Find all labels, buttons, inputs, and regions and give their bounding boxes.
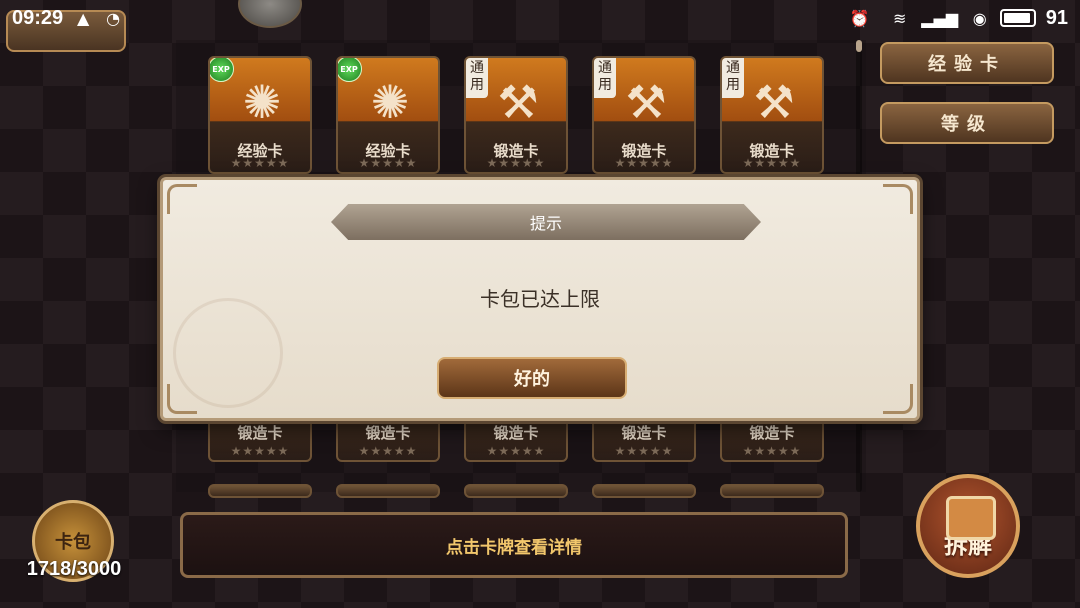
signal-icon: ▂▄▆: [921, 8, 959, 28]
battery-icon: [999, 9, 1036, 27]
card-stars: ★★★★★: [486, 444, 546, 458]
card-item[interactable]: 锻造卡 ★★★★★: [464, 418, 568, 462]
ornament-corner: [883, 184, 913, 214]
anvil-emblem-icon: ⚒: [753, 75, 795, 129]
card-item[interactable]: 锻造卡 ★★★★★: [336, 418, 440, 462]
alarm-icon: ⏰: [849, 8, 870, 28]
ornament-corner: [883, 384, 913, 414]
card-item[interactable]: [720, 484, 824, 498]
card-name: 锻造卡: [365, 424, 411, 442]
exp-card-emblem-icon: ✺: [242, 75, 282, 129]
card-item[interactable]: [592, 484, 696, 498]
card-stars: ★★★★★: [742, 444, 802, 458]
sort-level-button[interactable]: 等级: [880, 102, 1054, 144]
status-bar: 09:29 ▲ ◔ ⏰ ≋ ▂▄▆ ◉ 91: [0, 0, 1080, 36]
card-item[interactable]: 锻造卡 ★★★★★: [720, 418, 824, 462]
card-stars: ★★★★★: [230, 156, 290, 170]
card-item[interactable]: ✺ EXP 经验卡 ★★★★★: [208, 56, 312, 174]
decompose-button[interactable]: 拆解: [916, 474, 1020, 578]
card-stars: ★★★★★: [486, 156, 546, 170]
exp-card-emblem-icon: ✺: [370, 75, 410, 129]
card-item[interactable]: [464, 484, 568, 498]
card-item[interactable]: 锻造卡 ★★★★★: [208, 418, 312, 462]
card-item[interactable]: 锻造卡 ★★★★★: [592, 418, 696, 462]
hd-icon: ◉: [972, 8, 987, 28]
card-item[interactable]: [336, 484, 440, 498]
card-stars: ★★★★★: [358, 444, 418, 458]
card-name: 锻造卡: [621, 424, 667, 442]
card-stars: ★★★★★: [742, 156, 802, 170]
ornament-corner: [167, 184, 197, 214]
common-badge: 通用: [594, 58, 616, 98]
clock-time: 09:29: [12, 6, 64, 29]
ok-button[interactable]: 好的: [437, 357, 627, 399]
card-stars: ★★★★★: [230, 444, 290, 458]
anvil-emblem-icon: ⚒: [625, 75, 667, 129]
card-item[interactable]: ⚒ 通用 锻造卡 ★★★★★: [592, 56, 696, 174]
card-stars: ★★★★★: [614, 444, 674, 458]
exp-badge: EXP: [210, 58, 234, 82]
card-pack-label: 卡包: [55, 532, 91, 553]
anvil-emblem-icon: ⚒: [497, 75, 539, 129]
hint-box: 点击卡牌查看详情: [180, 512, 848, 578]
card-item[interactable]: ✺ EXP 经验卡 ★★★★★: [336, 56, 440, 174]
dialog-title-bar: 提示: [331, 204, 761, 240]
card-name: 锻造卡: [493, 424, 539, 442]
card-item[interactable]: ⚒ 通用 锻造卡 ★★★★★: [464, 56, 568, 174]
decorative-seal-icon: [173, 298, 283, 408]
decompose-card-icon: [946, 496, 996, 540]
qq-notification-icon: ▲: [77, 8, 90, 28]
card-name: 锻造卡: [749, 424, 795, 442]
dialog-message: 卡包已达上限: [480, 287, 600, 311]
card-item[interactable]: ⚒ 通用 锻造卡 ★★★★★: [720, 56, 824, 174]
battery-level: 91: [1045, 6, 1068, 29]
exp-badge: EXP: [338, 58, 362, 82]
card-stars: ★★★★★: [358, 156, 418, 170]
common-badge: 通用: [466, 58, 488, 98]
dialog-title: 提示: [529, 214, 562, 233]
card-stars: ★★★★★: [614, 156, 674, 170]
hint-text: 点击卡牌查看详情: [446, 537, 582, 558]
alert-dialog: 提示 卡包已达上限 好的: [160, 177, 920, 421]
sort-exp-card-button[interactable]: 经验卡: [880, 42, 1054, 84]
card-pack-count: 1718/3000: [26, 558, 122, 580]
scrollbar-thumb[interactable]: [856, 40, 862, 52]
card-item[interactable]: [208, 484, 312, 498]
card-name: 锻造卡: [237, 424, 283, 442]
common-badge: 通用: [722, 58, 744, 98]
wifi-icon: ≋: [893, 8, 907, 28]
app-notification-icon: ◔: [106, 8, 121, 28]
